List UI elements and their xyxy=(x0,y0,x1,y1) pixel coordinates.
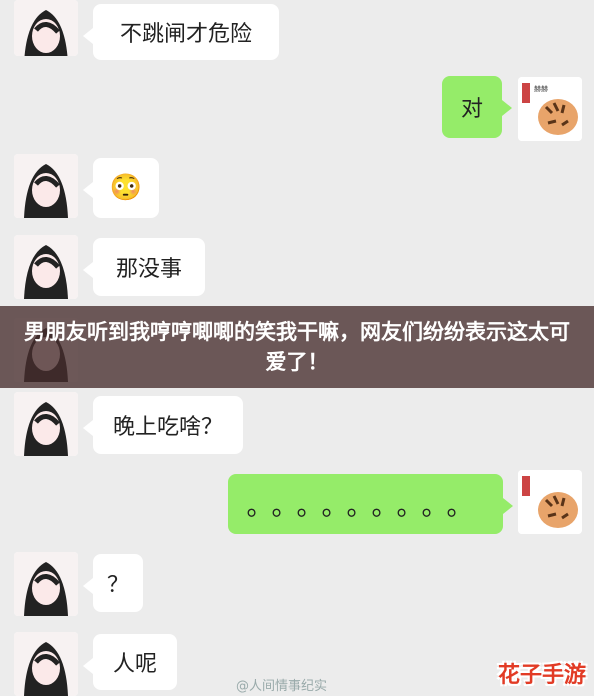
message-bubble[interactable]: 😳 xyxy=(83,158,159,218)
watermark-text: 人间情事纪实 xyxy=(249,679,328,694)
message-bubble[interactable]: 那没事 xyxy=(83,238,205,296)
avatar-girlfriend[interactable] xyxy=(14,235,78,299)
avatar-girlfriend[interactable] xyxy=(14,392,78,456)
svg-text:赫赫: 赫赫 xyxy=(534,85,548,93)
message-bubble[interactable]: ？ xyxy=(83,554,143,612)
avatar-girlfriend[interactable] xyxy=(14,154,78,218)
avatar-girlfriend[interactable] xyxy=(14,632,78,696)
message-bubble[interactable]: 不跳闸才危险 xyxy=(83,4,279,60)
message-bubble[interactable]: 晚上吃啥？ xyxy=(83,396,243,454)
avatar-girlfriend[interactable] xyxy=(14,552,78,616)
headline-title: 男朋友听到我哼哼唧唧的笑我干嘛，网友们纷纷表示这太可爱了！ xyxy=(24,320,570,374)
watermark: @人间情事纪实 xyxy=(236,679,328,694)
avatar-girlfriend[interactable] xyxy=(14,0,78,56)
headline-banner: 男朋友听到我哼哼唧唧的笑我干嘛，网友们纷纷表示这太可爱了！ xyxy=(0,306,594,388)
message-bubble[interactable]: 人呢 xyxy=(83,634,177,690)
message-bubble-self[interactable]: 。。。。。。。。。 xyxy=(228,474,513,534)
message-bubble-self[interactable]: 对 xyxy=(442,76,512,138)
site-logo: 花子手游 xyxy=(497,663,586,688)
avatar-boyfriend-tiger[interactable] xyxy=(518,470,582,534)
avatar-boyfriend-tiger[interactable]: 赫赫 xyxy=(518,77,582,141)
